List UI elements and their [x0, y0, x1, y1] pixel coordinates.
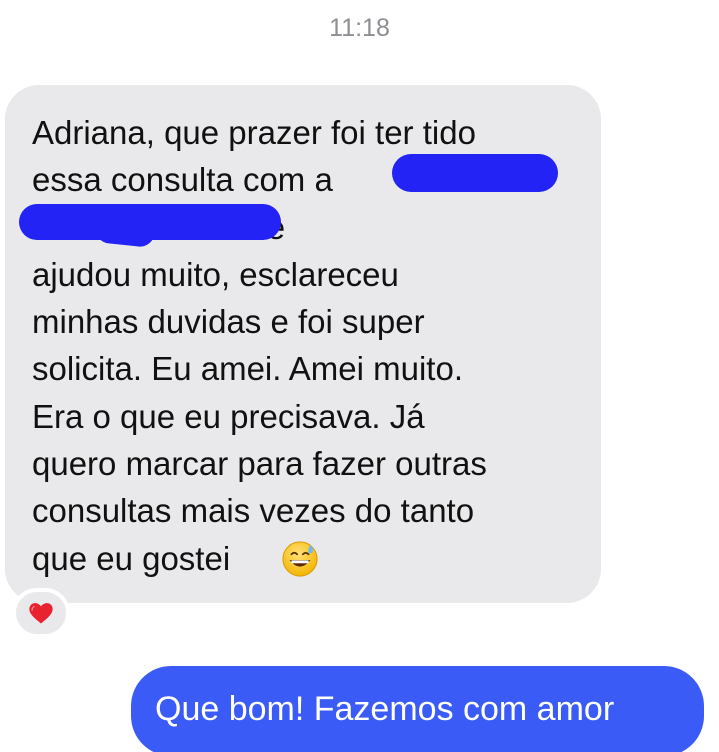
outgoing-message-text: Que bom! Fazemos com amor	[155, 690, 615, 728]
message-timestamp: 11:18	[329, 14, 390, 42]
chat-screen: 11:18 Adriana, que prazer foi ter tido e…	[0, 0, 719, 752]
outgoing-message-bubble[interactable]: Que bom! Fazemos com amor	[131, 666, 704, 752]
incoming-message-bubble[interactable]: Adriana, que prazer foi ter tido essa co…	[5, 85, 601, 603]
grinning-face-with-sweat-emoji	[282, 541, 318, 577]
redaction-mark	[392, 154, 558, 192]
heart-icon	[29, 603, 53, 624]
heart-reaction[interactable]	[12, 588, 70, 638]
